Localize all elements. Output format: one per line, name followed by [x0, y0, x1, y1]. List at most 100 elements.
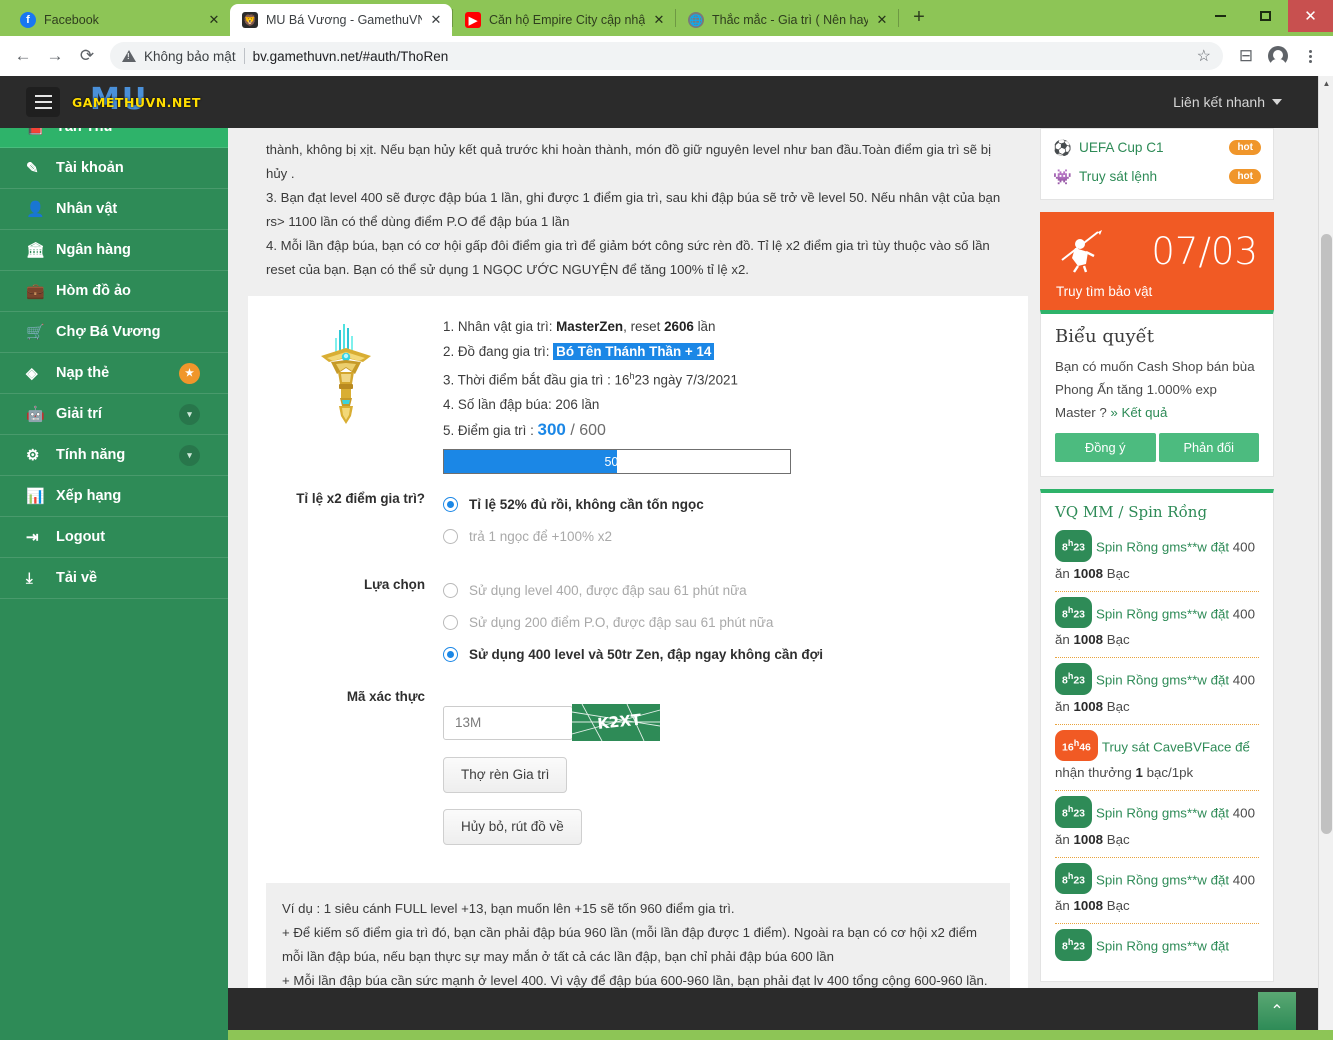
sidebar-item-hom-do-ao[interactable]: 💼 Hòm đồ ảo — [0, 271, 228, 312]
close-icon[interactable]: ✕ — [874, 12, 890, 28]
profile-avatar-icon[interactable] — [1263, 41, 1293, 71]
spin-rest-post: Bạc — [1103, 566, 1130, 581]
list-item[interactable]: 8h23Spin Rồng gms**w đặt 400 ăn 1008 Bạc — [1055, 592, 1259, 659]
radio-option-po-points[interactable]: Sử dụng 200 điểm P.O, được đập sau 61 ph… — [443, 606, 1028, 638]
sidebar-item-tai-khoan[interactable]: ✎ Tài khoản — [0, 148, 228, 189]
time-badge: 8h23 — [1055, 530, 1092, 562]
close-icon[interactable]: ✕ — [206, 12, 222, 28]
list-item[interactable]: 8h23Spin Rồng gms**w đặt — [1055, 924, 1259, 967]
sidebar-item-giai-tri[interactable]: 🤖 Giải trí ▾ — [0, 394, 228, 435]
radio-icon[interactable] — [443, 647, 458, 662]
radio-icon[interactable] — [443, 615, 458, 630]
detail-1-mid: , reset — [623, 319, 664, 334]
promo-label: Truy tìm bảo vật — [1056, 284, 1152, 299]
page-scrollbar[interactable]: ▲ ▼ — [1318, 76, 1333, 1040]
list-item[interactable]: 8h23Spin Rồng gms**w đặt 400 ăn 1008 Bạc — [1055, 791, 1259, 858]
quick-links-dropdown[interactable]: Liên kết nhanh — [1173, 94, 1282, 110]
forward-icon[interactable]: → — [40, 41, 70, 71]
menu-kebab-icon[interactable] — [1295, 41, 1325, 71]
window-controls: ✕ — [1198, 0, 1333, 32]
radio-option-x2-gem[interactable]: trả 1 ngọc để +100% x2 — [443, 520, 1028, 552]
radio-icon[interactable] — [443, 529, 458, 544]
globe-icon: 🌐 — [688, 12, 704, 28]
tab-title: Facebook — [44, 13, 200, 27]
sidebar-item-logout[interactable]: ⇥ Logout — [0, 517, 228, 558]
item-name-highlight: Bó Tên Thánh Thần + 14 — [553, 343, 714, 360]
list-item[interactable]: 8h23Spin Rồng gms**w đặt 400 ăn 1008 Bạc — [1055, 858, 1259, 925]
time-badge: 8h23 — [1055, 929, 1092, 961]
start-date: 7/3/2021 — [686, 372, 738, 387]
reload-icon[interactable]: ⟳ — [72, 41, 102, 71]
sidebar-item-tai-ve[interactable]: ⤓ Tải về — [0, 558, 228, 599]
radio-icon[interactable] — [443, 497, 458, 512]
site-header: MU GAMETHUVN.NET Liên kết nhanh — [0, 76, 1318, 128]
x2-option-label: Tỉ lệ x2 điểm gia trì? — [248, 488, 443, 552]
hamburger-menu-icon[interactable] — [26, 87, 60, 117]
choice-option-block: Lựa chọn Sử dụng level 400, được đập sau… — [248, 574, 1028, 670]
item-detail-column: 1. Nhân vật gia trì: MasterZen, reset 26… — [443, 314, 791, 474]
captcha-image[interactable]: K2XT — [572, 704, 660, 741]
notice-block: thành, không bị xịt. Nếu bạn hủy kết quả… — [248, 128, 1028, 296]
quick-links-label: Liên kết nhanh — [1173, 94, 1265, 110]
site-logo[interactable]: MU GAMETHUVN.NET — [72, 84, 212, 120]
scrollbar-thumb[interactable] — [1321, 234, 1332, 834]
sidebar-item-nhan-vat[interactable]: 👤 Nhân vật — [0, 189, 228, 230]
maximize-button[interactable] — [1243, 0, 1288, 32]
scroll-up-arrow-icon[interactable]: ▲ — [1319, 76, 1333, 91]
spin-amount: 1 — [1135, 765, 1142, 780]
rail-link-uefa[interactable]: ⚽ UEFA Cup C1 hot — [1053, 133, 1261, 162]
sidebar-item-label: Tân Thủ — [56, 128, 228, 135]
ghost-icon: 👾 — [1053, 168, 1079, 186]
time-badge: 8h23 — [1055, 663, 1092, 695]
vote-panel: Biểu quyết Bạn có muốn Cash Shop bán bùa… — [1040, 310, 1274, 477]
list-item[interactable]: 16h46Truy sát CaveBVFace để nhận thưởng … — [1055, 725, 1259, 792]
new-tab-button[interactable]: + — [905, 4, 933, 32]
close-icon[interactable]: ✕ — [428, 12, 444, 28]
spin-panel-title: VQ MM / Spin Rồng — [1055, 503, 1259, 521]
radio-icon[interactable] — [443, 583, 458, 598]
browser-tab-forum[interactable]: 🌐 Thắc mắc - Gia trì ( Nên hay khôn ✕ — [676, 4, 898, 36]
browser-tab-youtube[interactable]: ▶ Căn hộ Empire City cập nhật tiến ✕ — [453, 4, 675, 36]
browser-window: f Facebook ✕ 🦁 MU Bá Vương - GamethuVN.n… — [0, 0, 1333, 1040]
radio-option-x2-keep[interactable]: Tỉ lệ 52% đủ rồi, không cần tốn ngọc — [443, 488, 1028, 520]
back-icon[interactable]: ← — [8, 41, 38, 71]
logo-subtext: GAMETHUVN.NET — [72, 95, 201, 110]
vote-text-3: Master ? — [1055, 405, 1110, 420]
list-item[interactable]: 8h23Spin Rồng gms**w đặt 400 ăn 1008 Bạc — [1055, 525, 1259, 592]
page-content: MU GAMETHUVN.NET Liên kết nhanh 📕 Tân Th… — [0, 76, 1333, 1040]
back-to-top-button[interactable]: ⌃ — [1258, 992, 1296, 1030]
sidebar-item-nap-the[interactable]: ◈ Nạp thẻ ★ — [0, 353, 228, 394]
sidebar-item-cho-ba-vuong[interactable]: 🛒 Chợ Bá Vương — [0, 312, 228, 353]
list-item[interactable]: 8h23Spin Rồng gms**w đặt 400 ăn 1008 Bạc — [1055, 658, 1259, 725]
sidebar-item-tinh-nang[interactable]: ⚙ Tính năng ▾ — [0, 435, 228, 476]
tab-separator — [898, 9, 899, 27]
media-list-icon[interactable]: ⊟ — [1231, 41, 1261, 71]
browser-tab-facebook[interactable]: f Facebook ✕ — [8, 4, 230, 36]
reset-count: 2606 — [664, 319, 694, 334]
bookmark-star-icon[interactable]: ☆ — [1197, 46, 1211, 66]
browser-tab-mu[interactable]: 🦁 MU Bá Vương - GamethuVN.net ✕ — [230, 4, 452, 36]
sidebar-item-xep-hang[interactable]: 📊 Xếp hạng — [0, 476, 228, 517]
spin-amount: 1008 — [1074, 699, 1104, 714]
vote-result-link[interactable]: » Kết quả — [1110, 405, 1167, 420]
captcha-input[interactable] — [443, 706, 573, 740]
promo-banner[interactable]: 07/03 Truy tìm bảo vật — [1040, 212, 1274, 310]
sidebar-item-label: Logout — [56, 529, 228, 545]
spin-text: Spin Rồng gms**w đặt — [1096, 806, 1229, 821]
radio-option-zen[interactable]: Sử dụng 400 level và 50tr Zen, đập ngay … — [443, 638, 1028, 670]
vote-panel-text: Bạn có muốn Cash Shop bán bùa Phong Ấn t… — [1055, 355, 1259, 424]
close-icon[interactable]: ✕ — [651, 12, 667, 28]
sidebar-item-tan-thu[interactable]: 📕 Tân Thủ — [0, 128, 228, 148]
rail-link-truy-sat[interactable]: 👾 Truy sát lệnh hot — [1053, 162, 1261, 191]
vote-agree-button[interactable]: Đồng ý — [1055, 433, 1156, 462]
submit-forge-button[interactable]: Thợ rèn Gia trì — [443, 757, 567, 793]
vote-disagree-button[interactable]: Phản đối — [1159, 433, 1260, 462]
minimize-button[interactable] — [1198, 0, 1243, 32]
bar-chart-icon: 📊 — [26, 487, 56, 505]
sidebar-item-label: Giải trí — [56, 406, 179, 422]
cancel-forge-button[interactable]: Hủy bỏ, rút đồ về — [443, 809, 582, 845]
address-bar[interactable]: Không bảo mật bv.gamethuvn.net/#auth/Tho… — [110, 42, 1223, 70]
radio-option-level400[interactable]: Sử dụng level 400, được đập sau 61 phút … — [443, 574, 1028, 606]
close-window-button[interactable]: ✕ — [1288, 0, 1333, 32]
sidebar-item-ngan-hang[interactable]: 🏛 Ngân hàng — [0, 230, 228, 271]
